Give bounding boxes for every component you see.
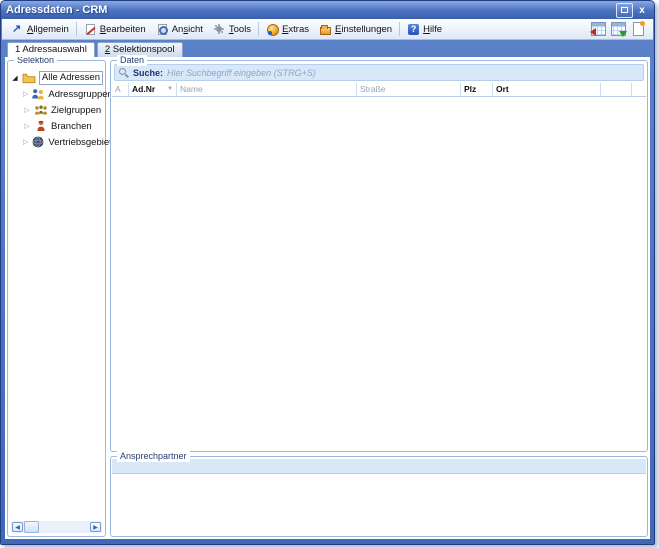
scrollbar-thumb[interactable] [24, 521, 39, 533]
menu-item-einstellungen[interactable]: Einstellungen [314, 21, 397, 38]
sort-desc-icon: ▼ [167, 83, 173, 96]
export-address-table-icon[interactable] [591, 22, 606, 36]
scroll-right-icon[interactable]: ▶ [90, 522, 101, 532]
window-title: Adressdaten - CRM [6, 4, 613, 16]
column-header-plz[interactable]: Plz [461, 83, 493, 96]
view-icon [158, 24, 167, 35]
title-bar[interactable]: Adressdaten - CRM x [1, 1, 654, 19]
tree: ◢Alle Adressen▷Adressgruppen▷Zielgruppen… [8, 61, 105, 152]
search-placeholder: Hier Suchbegriff eingeben (STRG+S) [167, 68, 316, 78]
scroll-left-icon[interactable]: ◀ [12, 522, 23, 532]
daten-panel-title: Daten [117, 55, 147, 66]
menu-item-ansicht[interactable]: Ansicht [151, 21, 208, 38]
menu-label: Allgemein [27, 24, 69, 35]
expander-icon[interactable]: ▷ [23, 106, 31, 114]
menu-label: Extras [282, 24, 309, 35]
tab-row: 1 Adressauswahl2 Selektionspool [7, 41, 183, 57]
expander-icon[interactable]: ▷ [23, 90, 28, 98]
tree-root-label: Alle Adressen [39, 71, 103, 85]
menu-label: Einstellungen [335, 24, 392, 35]
search-icon [119, 68, 129, 78]
settings-icon [320, 27, 331, 35]
ansprechpartner-panel: Ansprechpartner [110, 456, 648, 537]
app-window: Adressdaten - CRM x AllgemeinBearbeitenA… [0, 0, 655, 545]
expander-icon[interactable]: ◢ [11, 74, 19, 82]
restore-button[interactable] [616, 3, 633, 18]
folder-open-icon [22, 72, 36, 84]
daten-panel: Daten Suche: Hier Suchbegriff eingeben (… [110, 60, 648, 452]
menu-item-tools[interactable]: Tools [208, 21, 256, 38]
menu-items: Allgemein Bearbeiten Ansicht Tools Extras Ein… [6, 21, 447, 38]
menu-label: Tools [229, 24, 251, 35]
industry-person-icon [34, 120, 48, 132]
people-three-icon [34, 104, 48, 116]
tools-icon [213, 23, 226, 36]
contacts-grid-header [112, 459, 646, 474]
menu-item-bearbeiten[interactable]: Bearbeiten [79, 21, 151, 38]
column-header-filler [601, 83, 632, 96]
menu-separator [258, 22, 259, 36]
expander-icon[interactable]: ▷ [23, 122, 31, 130]
menu-item-extras[interactable]: Extras [261, 21, 314, 38]
restore-icon [621, 7, 628, 13]
menu-item-allgemein[interactable]: Allgemein [6, 21, 74, 38]
menu-item-hilfe[interactable]: Hilfe [402, 21, 447, 38]
address-grid: AAd.Nr▼NameStraßePlzOrt [112, 83, 646, 97]
column-header-icon[interactable]: A [112, 83, 129, 96]
tree-item-label: Vertriebsgebiete [48, 137, 117, 148]
globe-icon [31, 136, 45, 148]
tree-item-label: Adressgruppen [48, 89, 112, 100]
tree-horizontal-scrollbar[interactable]: ◀ ▶ [11, 521, 102, 533]
address-grid-header: AAd.Nr▼NameStraßePlzOrt [112, 83, 646, 97]
new-document-icon[interactable] [633, 22, 644, 36]
selektion-panel: Selektion ◢Alle Adressen▷Adressgruppen▷Z… [7, 60, 106, 537]
search-input[interactable]: Suche: Hier Suchbegriff eingeben (STRG+S… [114, 64, 644, 81]
column-header-ort[interactable]: Ort [493, 83, 601, 96]
import-address-table-icon[interactable] [611, 22, 626, 36]
close-button[interactable]: x [635, 4, 649, 17]
content-area: Selektion ◢Alle Adressen▷Adressgruppen▷Z… [5, 57, 650, 539]
arrow-ne-icon [11, 23, 24, 36]
menu-label: Ansicht [172, 24, 203, 35]
people-two-icon [31, 88, 45, 100]
tree-item-root[interactable]: ◢ Alle Adressen [11, 70, 103, 86]
ansprechpartner-panel-title: Ansprechpartner [117, 451, 190, 462]
help-icon [408, 24, 419, 35]
menubar-right [591, 22, 649, 36]
column-chooser-button[interactable] [632, 83, 646, 96]
edit-page-icon [86, 24, 95, 35]
tab-adressauswahl[interactable]: 1 Adressauswahl [7, 42, 95, 57]
extras-icon [266, 23, 279, 36]
expander-icon[interactable]: ▷ [23, 138, 28, 146]
menu-bar: Allgemein Bearbeiten Ansicht Tools Extras Ein… [2, 19, 653, 40]
tree-item-label: Zielgruppen [51, 105, 101, 116]
tree-item-adressgruppen[interactable]: ▷Adressgruppen [11, 86, 103, 102]
menu-separator [399, 22, 400, 36]
menu-separator [76, 22, 77, 36]
screen: Adressdaten - CRM x AllgemeinBearbeitenA… [0, 0, 659, 548]
tree-item-label: Branchen [51, 121, 92, 132]
column-header-adnr[interactable]: Ad.Nr▼ [129, 83, 177, 96]
tree-item-vertriebsgebiete[interactable]: ▷Vertriebsgebiete [11, 134, 103, 150]
tree-item-branchen[interactable]: ▷ Branchen [11, 118, 103, 134]
column-header-name[interactable]: Name [177, 83, 357, 96]
column-header-strasse[interactable]: Straße [357, 83, 461, 96]
menu-label: Hilfe [423, 24, 442, 35]
tree-item-zielgruppen[interactable]: ▷ Zielgruppen [11, 102, 103, 118]
contacts-side-scrollbar [633, 477, 646, 534]
search-label: Suche: [133, 68, 163, 78]
menu-label: Bearbeiten [100, 24, 146, 35]
